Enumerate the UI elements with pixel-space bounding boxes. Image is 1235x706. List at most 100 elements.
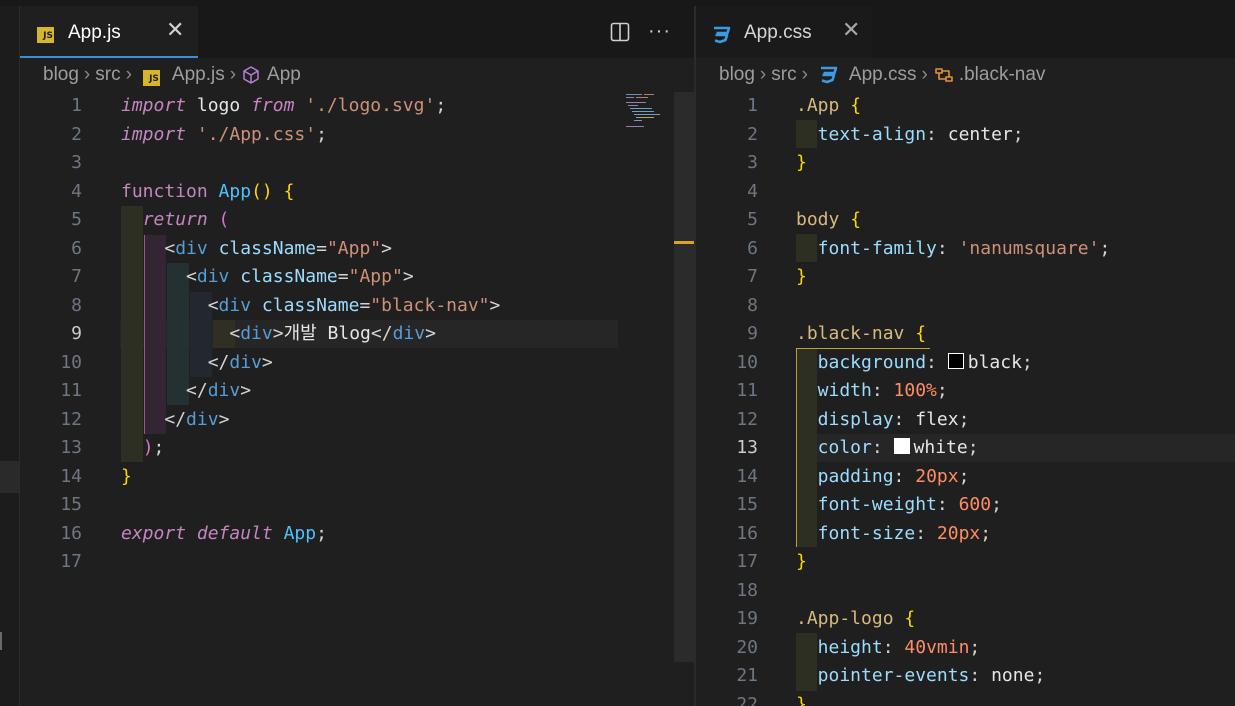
code-text: font-family: 'nanumsquare'; (796, 237, 1111, 259)
css-selector-icon (935, 68, 953, 82)
line-number: 10 (60, 351, 82, 373)
chevron-right-icon: › (921, 64, 928, 85)
code-line: return ( (142, 209, 230, 230)
js-file-icon: JS (142, 70, 160, 86)
line-number: 4 (71, 180, 82, 202)
breadcrumb-item-folder[interactable]: src (95, 64, 120, 85)
line-number: 17 (60, 551, 82, 572)
line-number: 4 (747, 180, 758, 202)
chevron-right-icon: › (801, 64, 808, 85)
line-number: 15 (736, 494, 758, 515)
line-number: 16 (60, 522, 82, 544)
line-number: 5 (71, 209, 82, 230)
line-number: 14 (60, 465, 82, 487)
line-number: 12 (736, 408, 758, 430)
code-line: </div> (186, 380, 252, 401)
code-editor-left[interactable]: 1 import logo from './logo.svg'; 2 import … (20, 92, 694, 706)
tab-app-js[interactable]: JS App.js ✕ (20, 6, 198, 58)
line-number: 2 (71, 123, 82, 145)
line-number: 9 (747, 323, 758, 344)
code-text: height: 40vmin; (796, 636, 981, 658)
line-number: 11 (736, 380, 758, 401)
tab-bar-right: App.css ✕ (696, 6, 1235, 58)
line-number: 1 (747, 95, 758, 116)
code-text: text-align: center; (796, 123, 1024, 145)
code-text: width: 100%; (796, 380, 948, 401)
line-number: 15 (60, 494, 82, 515)
code-line: export default App; (121, 522, 327, 544)
breadcrumb: blog › src › App.css › .black-nav (719, 64, 1045, 88)
line-number: 18 (736, 579, 758, 601)
breadcrumb-item-folder[interactable]: blog (43, 64, 79, 85)
vertical-scrollbar[interactable] (674, 92, 694, 662)
line-number: 22 (736, 693, 758, 706)
code-line: <div className="App"> (186, 266, 414, 287)
line-number: 14 (736, 465, 758, 487)
close-tab-icon[interactable]: ✕ (842, 19, 860, 41)
more-actions-icon[interactable]: ··· (648, 20, 671, 43)
editor-group-right: App.css ✕ blog › src › App.css › .black-nav 1.… (696, 6, 1235, 706)
code-line: } (121, 465, 132, 487)
breadcrumb-item-file[interactable]: App.js (172, 64, 225, 85)
breadcrumb-item-file[interactable]: App.css (849, 64, 917, 85)
code-text: background: black; (796, 351, 1033, 373)
code-line: <div className="black-nav"> (207, 294, 501, 316)
line-number: 20 (736, 636, 758, 658)
code-text: display: flex; (796, 408, 970, 430)
code-text: pointer-events: none; (796, 665, 1046, 686)
line-number: 2 (747, 123, 758, 145)
chevron-right-icon: › (229, 64, 237, 85)
breadcrumb: blog › src › JS App.js › App (43, 64, 301, 88)
code-line: ); (142, 437, 165, 458)
color-swatch-icon[interactable] (893, 438, 910, 454)
line-number: 21 (736, 665, 758, 686)
tab-app-css[interactable]: App.css ✕ (696, 6, 872, 58)
activity-bar-resize-handle[interactable] (0, 632, 10, 650)
chevron-right-icon: › (759, 64, 767, 85)
code-line: import './App.css'; (121, 123, 327, 145)
code-text: .App-logo { (796, 608, 916, 629)
line-number-active: 9 (71, 323, 82, 344)
code-text: .black-nav { (796, 323, 927, 344)
code-text: body { (796, 209, 862, 230)
line-number: 1 (71, 95, 82, 116)
breadcrumb-item-folder[interactable]: blog (719, 64, 755, 85)
code-text: .App { (796, 95, 862, 116)
code-line: function App() { (121, 180, 295, 202)
code-editor-right[interactable]: 1 .App {2 text-align: center; 3} 4 5 body {6 … (696, 92, 1235, 706)
line-number: 17 (736, 551, 758, 572)
editor-group-left: JS App.js ✕ ··· blog › src › JS App.js › App 1i… (20, 6, 694, 706)
color-swatch-icon[interactable] (947, 352, 964, 369)
css-file-icon (714, 26, 731, 44)
activity-bar (0, 6, 20, 706)
code-text: } (796, 693, 807, 706)
line-number: 11 (60, 380, 82, 401)
code-line: </div> (207, 351, 273, 373)
line-number: 3 (71, 152, 82, 173)
line-number: 16 (736, 522, 758, 544)
line-number: 8 (71, 294, 82, 316)
line-number: 8 (747, 294, 758, 316)
line-number: 5 (747, 209, 758, 230)
activity-bar-active-item[interactable] (0, 461, 19, 493)
css-file-icon (820, 66, 838, 84)
line-number: 3 (747, 152, 758, 173)
code-line: </div> (164, 408, 230, 430)
breadcrumb-item-folder[interactable]: src (771, 64, 796, 85)
code-line: import logo from './logo.svg'; (121, 95, 447, 116)
breadcrumb-item-symbol[interactable]: App (267, 64, 301, 85)
code-text: } (796, 551, 807, 572)
tab-label: App.js (68, 22, 121, 43)
line-number: 10 (736, 351, 758, 373)
code-text: color: white; (796, 437, 979, 458)
code-text: } (796, 152, 807, 173)
line-number: 7 (71, 266, 82, 287)
close-tab-icon[interactable]: ✕ (166, 19, 184, 41)
breadcrumb-item-symbol[interactable]: .black-nav (959, 64, 1046, 85)
tab-label: App.css (744, 22, 812, 43)
split-editor-icon[interactable] (610, 22, 630, 42)
component-cube-icon (243, 66, 259, 84)
line-number: 13 (60, 437, 82, 458)
tab-bar-left: JS App.js ✕ ··· (20, 6, 694, 58)
minimap[interactable] (626, 92, 670, 128)
